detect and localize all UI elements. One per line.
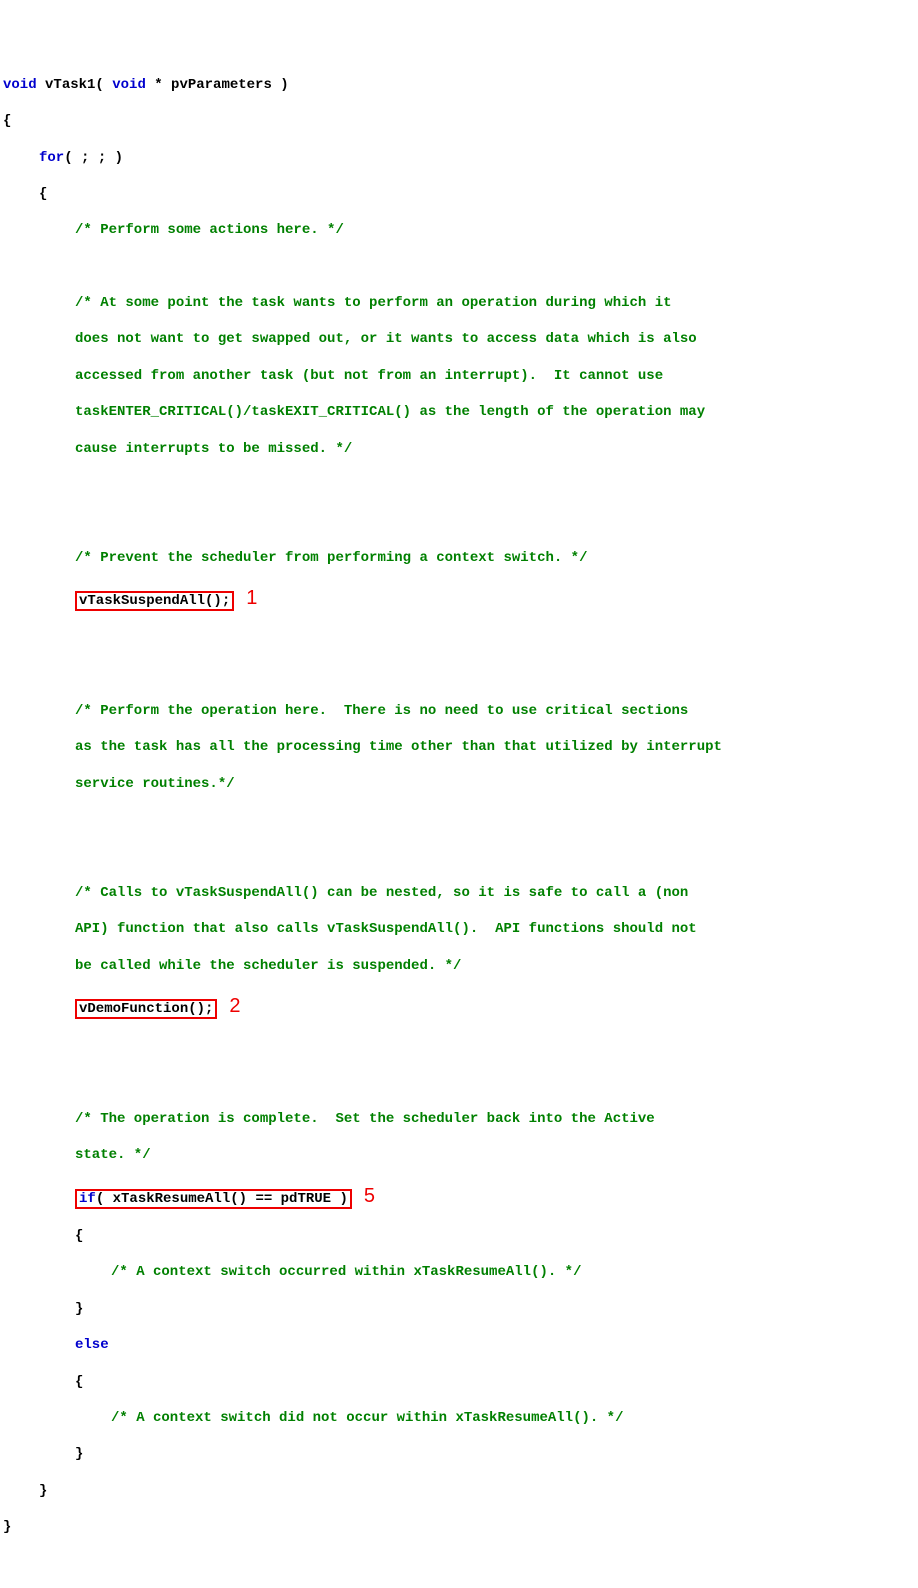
- fn-decl: void vTask1( void * pvParameters ): [3, 76, 915, 94]
- comment-perform-actions: /* Perform some actions here. */: [3, 221, 915, 239]
- comment-ctx-no: /* A context switch did not occur within…: [3, 1409, 915, 1427]
- else-keyword: else: [3, 1336, 915, 1354]
- highlight-box-3: if( xTaskResumeAll() == pdTRUE ): [75, 1189, 352, 1209]
- highlight-box-1: vTaskSuspendAll();: [75, 591, 234, 611]
- for-loop: for( ; ; ): [3, 149, 915, 167]
- comment-operation: /* Perform the operation here. There is …: [3, 702, 915, 720]
- annotation-5-line: if( xTaskResumeAll() == pdTRUE ) 5: [3, 1183, 915, 1209]
- comment-long: /* At some point the task wants to perfo…: [3, 294, 915, 312]
- annotation-1-line: vTaskSuspendAll(); 1: [3, 585, 915, 611]
- annotation-5: 5: [364, 1185, 375, 1207]
- annotation-2-line: vDemoFunction(); 2: [3, 993, 915, 1019]
- comment-prevent: /* Prevent the scheduler from performing…: [3, 549, 915, 567]
- code-snippet: void vTask1( void * pvParameters ) { for…: [3, 58, 915, 1555]
- comment-nested: /* Calls to vTaskSuspendAll() can be nes…: [3, 884, 915, 902]
- keyword-void: void: [3, 77, 37, 93]
- comment-complete: /* The operation is complete. Set the sc…: [3, 1110, 915, 1128]
- annotation-1: 1: [246, 587, 257, 609]
- brace-open: {: [3, 112, 915, 130]
- highlight-box-2: vDemoFunction();: [75, 999, 217, 1019]
- annotation-2: 2: [229, 995, 240, 1017]
- comment-ctx-yes: /* A context switch occurred within xTas…: [3, 1263, 915, 1281]
